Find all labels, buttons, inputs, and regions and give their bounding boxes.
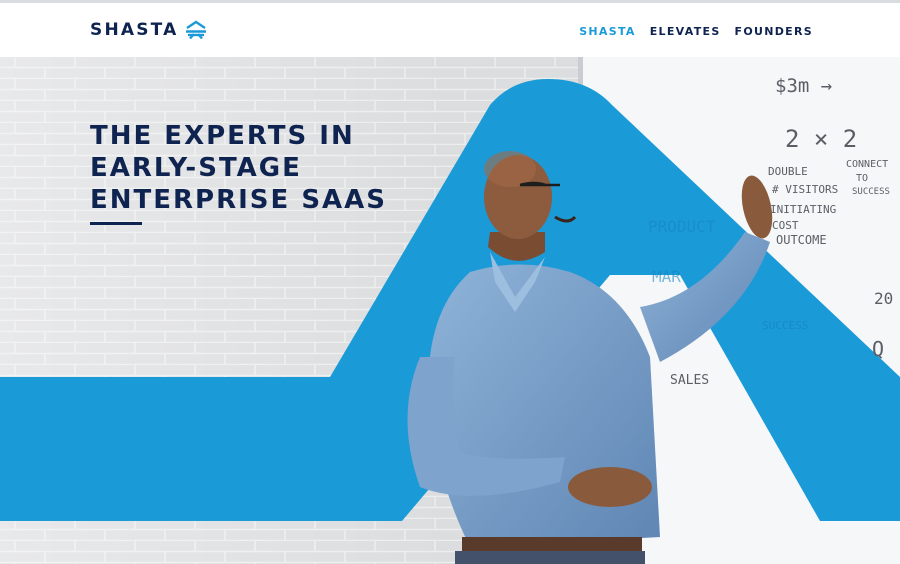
whiteboard-note: SUCCESS	[852, 187, 890, 197]
whiteboard-note: $3m →	[775, 75, 833, 97]
whiteboard-note: COST	[772, 219, 799, 232]
whiteboard-note: OUTCOME	[776, 233, 827, 247]
brand-name: SHASTA	[90, 20, 179, 40]
whiteboard-note: PRODUCT	[648, 217, 716, 236]
nav-item-founders[interactable]: FOUNDERS	[735, 25, 813, 38]
whiteboard-note: Q	[872, 337, 885, 361]
whiteboard-note: MAR	[652, 267, 681, 286]
whiteboard-note: 20	[874, 289, 894, 308]
whiteboard-note: TO	[856, 173, 869, 184]
headline-line: ENTERPRISE SAAS	[90, 185, 388, 215]
hero-headline: THE EXPERTS IN EARLY-STAGE ENTERPRISE SA…	[90, 120, 430, 216]
whiteboard-note: SUCCESS	[762, 319, 809, 332]
brand-logo[interactable]: SHASTA	[90, 20, 207, 40]
whiteboard-note: DOUBLE	[768, 165, 808, 178]
hero-section: $3m → 2 × 2 DOUBLE CONNECT TO SUCCESS # …	[0, 57, 900, 564]
whiteboard-note: # VISITORS	[772, 183, 839, 196]
whiteboard-note: CONNECT	[846, 159, 889, 170]
mountain-stripes-icon	[185, 20, 206, 40]
headline-line: THE EXPERTS IN	[90, 121, 355, 151]
headline-line: EARLY-STAGE	[90, 153, 302, 183]
nav-item-elevates[interactable]: ELEVATES	[650, 25, 721, 38]
whiteboard-note: 2 × 2	[785, 125, 858, 153]
whiteboard-note: SALES	[670, 373, 710, 388]
whiteboard-note: INITIATING	[770, 203, 837, 216]
headline-underline	[90, 222, 142, 225]
nav-item-shasta[interactable]: SHASTA	[579, 25, 636, 38]
main-nav: SHASTA ELEVATES FOUNDERS	[579, 25, 813, 38]
site-header: SHASTA SHASTA ELEVATES FOUNDERS	[0, 3, 900, 57]
